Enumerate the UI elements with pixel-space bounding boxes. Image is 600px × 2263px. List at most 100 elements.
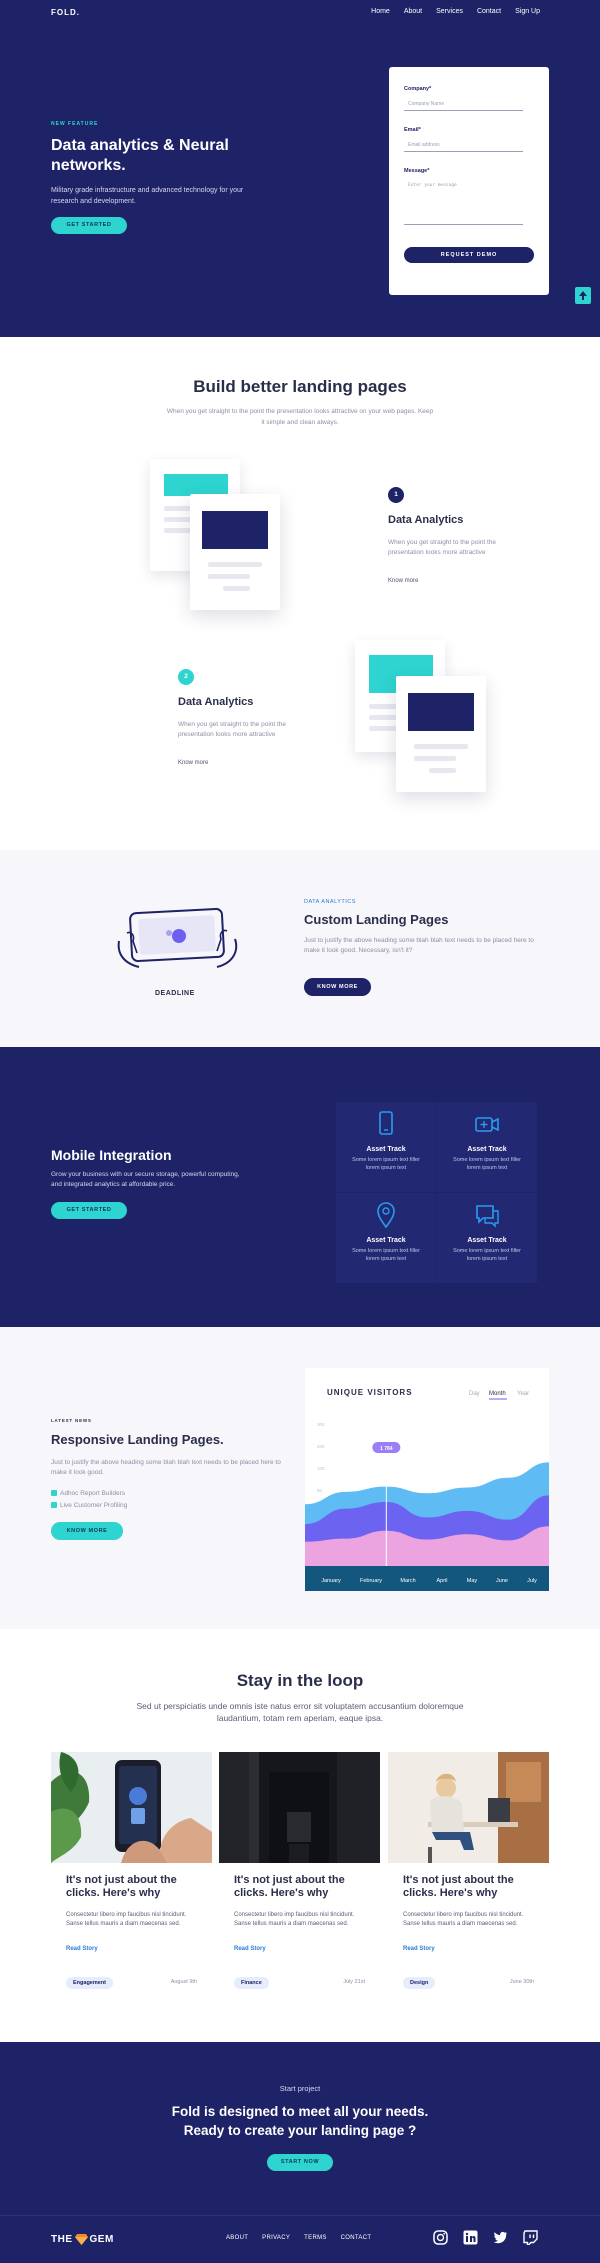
blog-card[interactable]: It's not just about the clicks. Here's w…	[219, 1752, 380, 1994]
mobile-integration-section: Mobile Integration Grow your business wi…	[0, 1047, 600, 1327]
visitors-chart-card: UNIQUE VISITORS Day Month Year 300 200 100 50 1 …	[305, 1368, 549, 1591]
x-tick-label: February	[360, 1578, 382, 1584]
hero-section: FOLD. Home About Services Contact Sign U…	[0, 0, 600, 337]
landing-page: FOLD. Home About Services Contact Sign U…	[0, 0, 600, 2263]
tablet-hands-illustration	[117, 907, 238, 968]
category-tag[interactable]: Design	[403, 1977, 436, 1989]
tile-text: Some lorem ipsum text filler lorem ipsum…	[352, 1248, 420, 1262]
message-label: Message*	[404, 168, 430, 174]
email-label: Email*	[404, 127, 421, 133]
blog-card[interactable]: It's not just about the clicks. Here's w…	[51, 1752, 212, 1994]
chart-tab-day[interactable]: Day	[469, 1391, 480, 1397]
footer-link-contact[interactable]: CONTACT	[341, 2235, 372, 2241]
custom-landing-section: DEADLINE DATA ANALYTICS Custom Landing P…	[0, 850, 600, 1047]
card-date: June 30th	[509, 1979, 534, 1985]
twitch-icon[interactable]	[523, 2230, 538, 2245]
check-icon	[51, 1490, 57, 1497]
read-story-link[interactable]: Read Story	[234, 1946, 266, 1952]
y-tick-label: 100	[317, 1466, 325, 1471]
nav-sign-up[interactable]: Sign Up	[515, 8, 540, 15]
smartphone-icon	[379, 1111, 393, 1135]
phone-plant-photo	[51, 1752, 212, 1863]
dark-doorway-photo	[219, 1752, 380, 1863]
tile-text: Some lorem ipsum text filler lorem ipsum…	[453, 1248, 521, 1262]
scroll-to-top-button[interactable]	[575, 287, 591, 304]
card-title[interactable]: It's not just about the clicks. Here's w…	[403, 1874, 538, 1900]
visitors-chart: UNIQUE VISITORS Day Month Year 300 200 100 50 1 …	[305, 1388, 549, 1591]
know-more-button[interactable]: KNOW MORE	[304, 978, 371, 996]
instagram-icon[interactable]	[433, 2230, 448, 2245]
arrow-up-icon	[579, 291, 587, 300]
card-title[interactable]: It's not just about the clicks. Here's w…	[234, 1874, 369, 1900]
x-tick-label: January	[321, 1578, 341, 1584]
main-nav: Home About Services Contact Sign Up	[371, 8, 540, 15]
feature-tile[interactable]: Asset Track Some lorem ipsum text filler…	[336, 1193, 436, 1283]
hero-eyebrow: NEW FEATURE	[51, 121, 99, 127]
mobile-get-started-button[interactable]: GET STARTED	[51, 1202, 127, 1219]
nav-about[interactable]: About	[404, 8, 422, 15]
read-story-link[interactable]: Read Story	[403, 1946, 435, 1952]
linkedin-icon[interactable]	[463, 2230, 478, 2245]
email-input[interactable]: Email address	[404, 139, 523, 152]
card-title[interactable]: It's not just about the clicks. Here's w…	[66, 1874, 201, 1900]
start-now-button[interactable]: START NOW	[267, 2154, 333, 2171]
hero-get-started-button[interactable]: GET STARTED	[51, 217, 127, 234]
chat-bubbles-icon	[476, 1205, 499, 1228]
category-tag[interactable]: Engagement	[66, 1977, 114, 1989]
card-date: July 21st	[343, 1979, 365, 1985]
nav-services[interactable]: Services	[436, 8, 463, 15]
feature-know-more-link[interactable]: Know more	[178, 760, 208, 766]
cta-footer-section: Start project Fold is designed to meet a…	[0, 2042, 600, 2263]
deadline-eyebrow: DATA ANALYTICS	[304, 899, 356, 905]
tile-title: Asset Track	[366, 1237, 406, 1244]
blog-card[interactable]: It's not just about the clicks. Here's w…	[388, 1752, 549, 1994]
y-tick-label: 300	[317, 1422, 325, 1427]
hero-title: Data analytics & Neural networks.	[51, 137, 229, 174]
woman-desk-photo	[388, 1752, 549, 1863]
feature-tile[interactable]: Asset Track Some lorem ipsum text filler…	[437, 1102, 537, 1192]
x-tick-label: July	[527, 1578, 537, 1584]
footer-link-privacy[interactable]: PRIVACY	[262, 2235, 290, 2241]
category-tag[interactable]: Finance	[234, 1977, 269, 1989]
feature-text: When you get straight to the point the p…	[388, 539, 497, 556]
footer-divider	[0, 2215, 600, 2216]
feature-text: When you get straight to the point the p…	[178, 721, 287, 738]
footer-link-about[interactable]: ABOUT	[226, 2235, 248, 2241]
chart-tab-month[interactable]: Month	[489, 1391, 506, 1397]
feature-title: Data Analytics	[388, 514, 464, 526]
nav-contact[interactable]: Contact	[477, 8, 501, 15]
feature-number-badge: 2	[178, 669, 194, 685]
feature-tile[interactable]: Asset Track Some lorem ipsum text filler…	[336, 1102, 436, 1192]
mobile-subtitle: Grow your business with our secure stora…	[51, 1171, 240, 1188]
responsive-know-more-button[interactable]: KNOW MORE	[51, 1522, 123, 1540]
footer-logo[interactable]: THE GEM	[51, 2233, 114, 2245]
y-tick-label: 200	[317, 1444, 325, 1449]
x-tick-label: March	[400, 1578, 415, 1584]
x-tick-label: June	[496, 1578, 508, 1584]
check-item: Adhoc Report Builders	[51, 1490, 125, 1497]
chart-title: UNIQUE VISITORS	[327, 1388, 413, 1397]
responsive-section: LATEST NEWS Responsive Landing Pages. Ju…	[0, 1327, 600, 1629]
tile-title: Asset Track	[366, 1146, 406, 1153]
feature-know-more-link[interactable]: Know more	[388, 578, 418, 584]
nav-home[interactable]: Home	[371, 8, 390, 15]
features-title: Build better landing pages	[193, 377, 407, 396]
check-icon	[51, 1502, 57, 1509]
blog-subtitle: Sed ut perspiciatis unde omnis iste natu…	[136, 1701, 464, 1723]
deadline-subtitle: Just to justify the above heading some b…	[304, 937, 534, 954]
feature-title: Data Analytics	[178, 696, 254, 708]
x-tick-label: May	[467, 1578, 478, 1584]
message-textarea[interactable]: Enter your message	[404, 180, 523, 225]
footer-link-terms[interactable]: TERMS	[304, 2235, 327, 2241]
site-logo[interactable]: FOLD.	[51, 8, 80, 17]
deadline-label: DEADLINE	[155, 990, 195, 997]
chart-tab-year[interactable]: Year	[517, 1391, 529, 1397]
feature-tile[interactable]: Asset Track Some lorem ipsum text filler…	[437, 1193, 537, 1283]
request-demo-button[interactable]: REQUEST DEMO	[404, 247, 534, 263]
read-story-link[interactable]: Read Story	[66, 1946, 98, 1952]
responsive-title: Responsive Landing Pages.	[51, 1432, 224, 1447]
video-camera-icon	[475, 1117, 499, 1132]
company-input[interactable]: Company Name	[404, 98, 523, 111]
twitter-icon[interactable]	[493, 2230, 508, 2245]
features-subtitle: When you get straight to the point the p…	[166, 408, 434, 426]
